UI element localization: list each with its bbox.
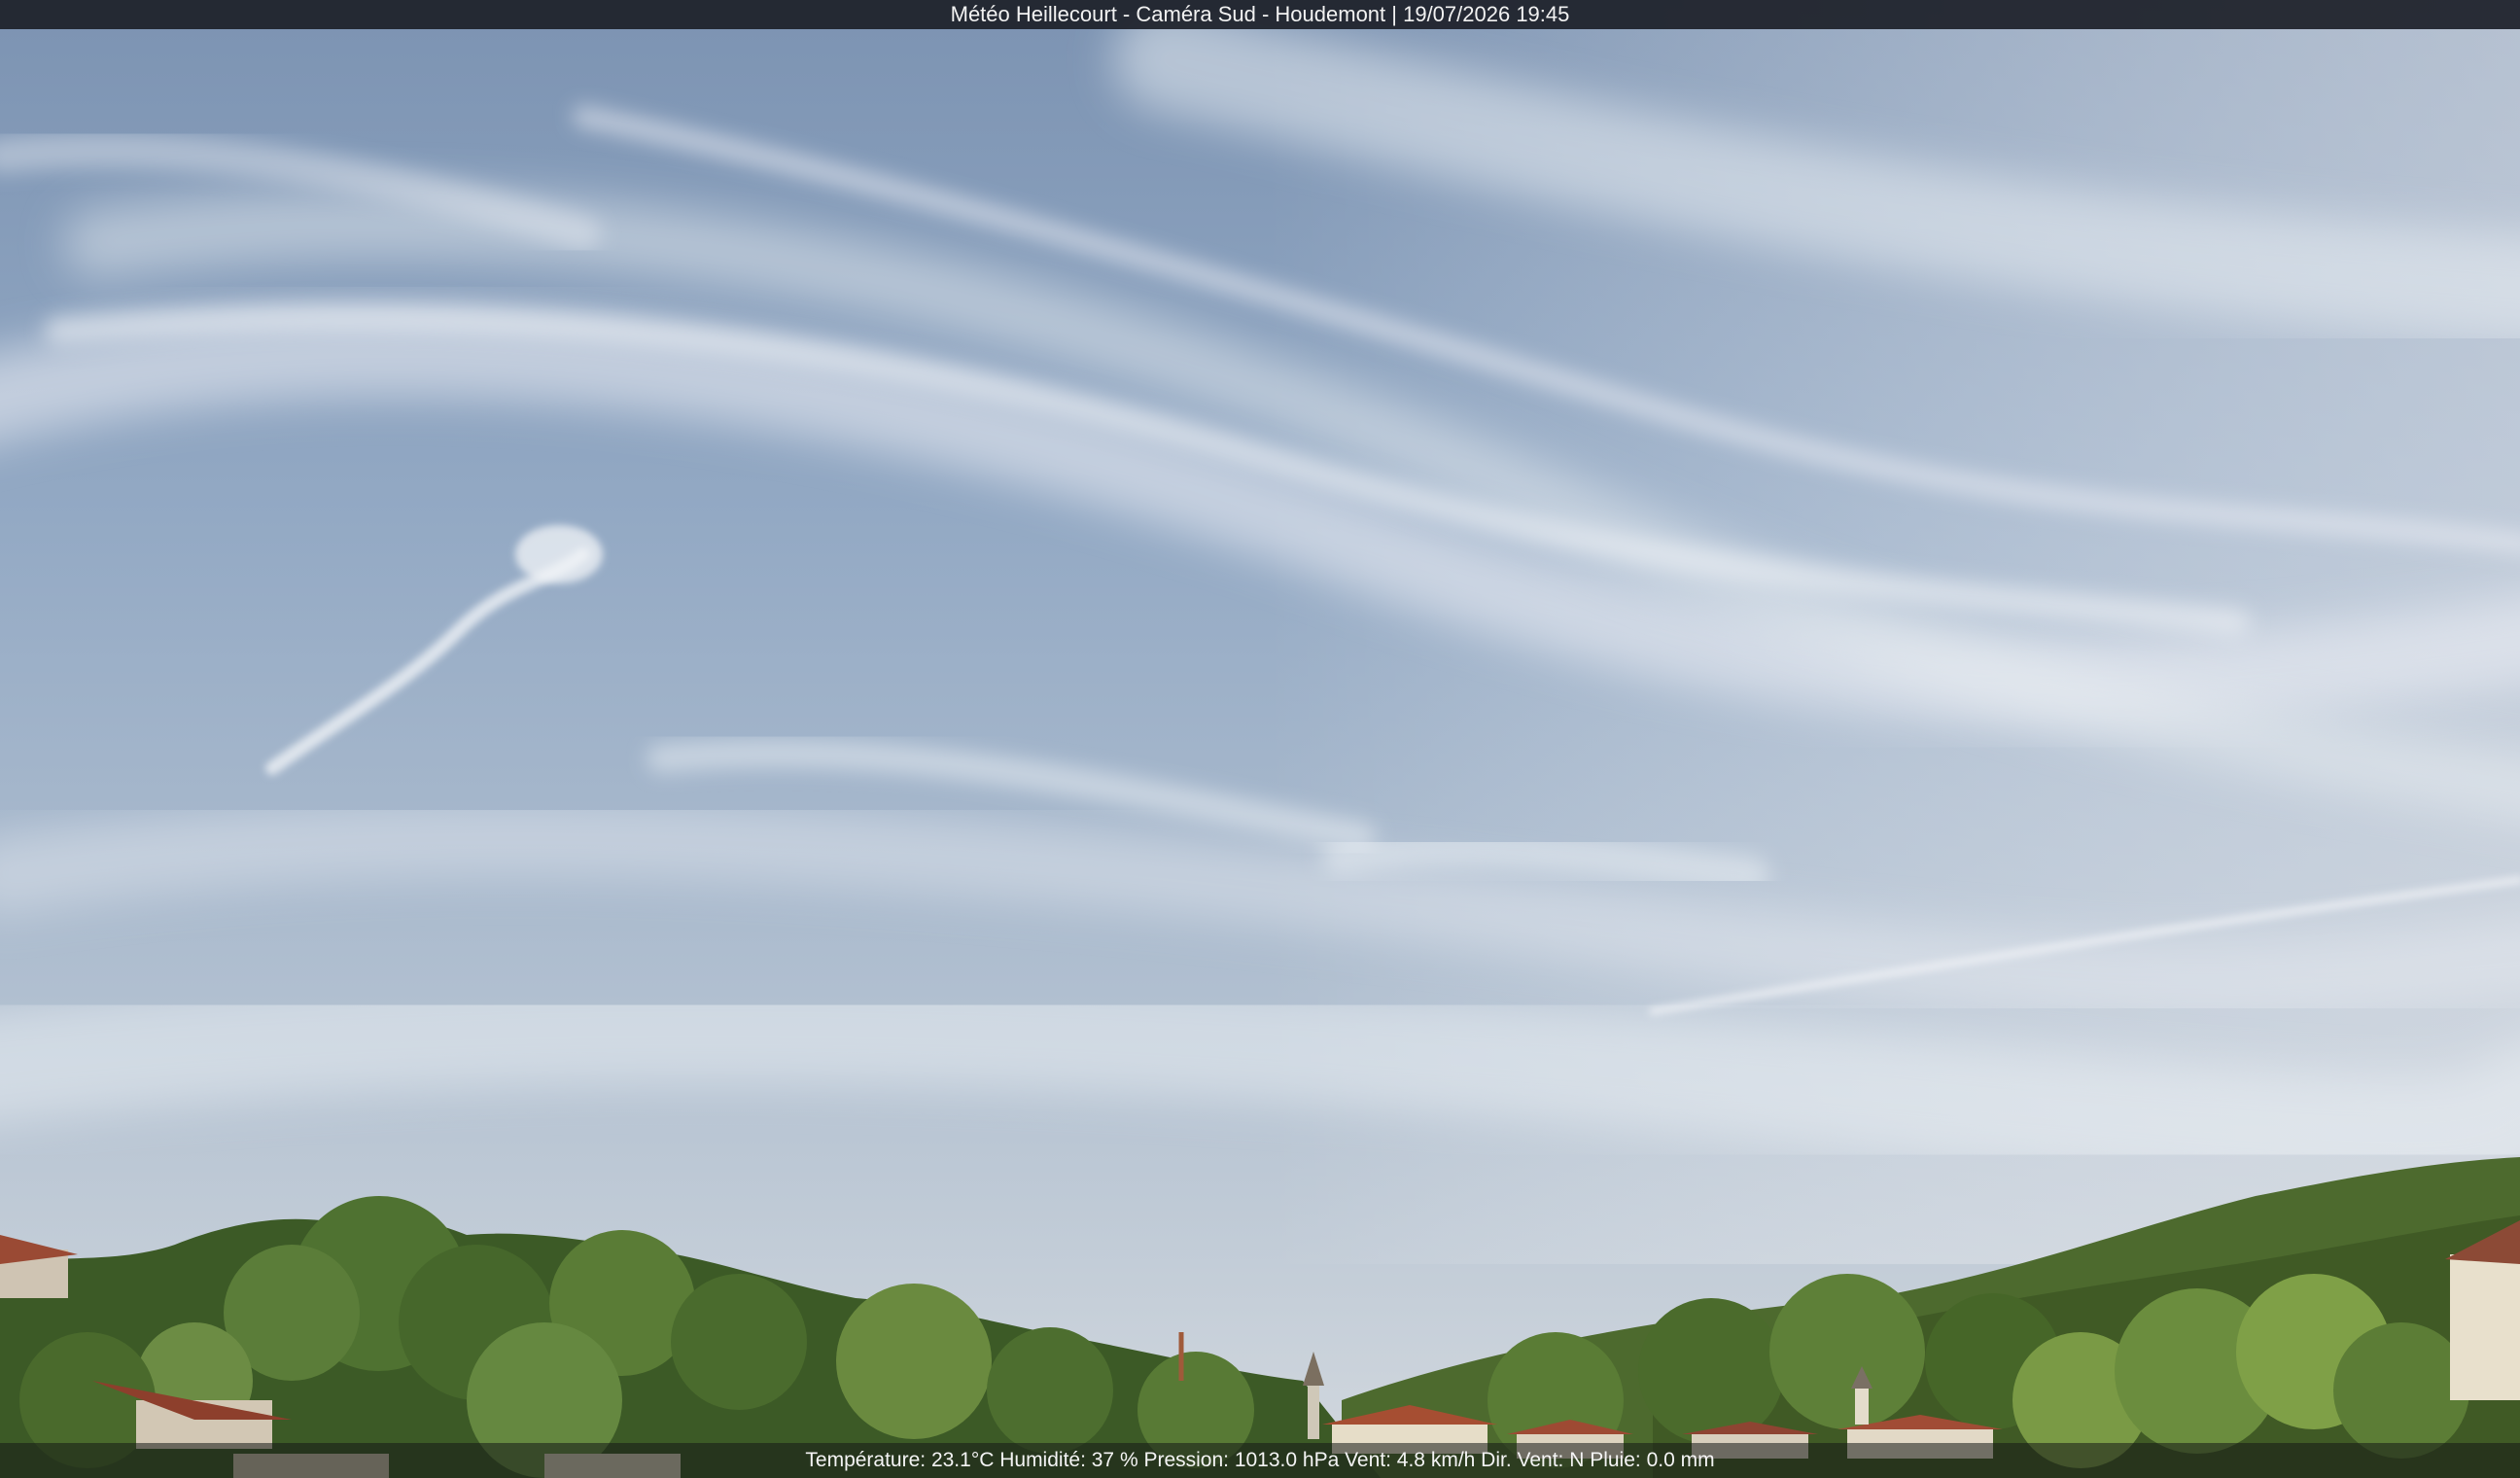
camera-title-bar: Météo Heillecourt - Caméra Sud - Houdemo… (0, 0, 2520, 29)
cloud-puff (515, 525, 603, 583)
weather-readout: Température: 23.1°C Humidité: 37 % Press… (805, 1449, 1715, 1471)
weather-info-bar: Température: 23.1°C Humidité: 37 % Press… (0, 1443, 2520, 1478)
camera-title: Météo Heillecourt - Caméra Sud - Houdemo… (950, 2, 1570, 26)
webcam-scene (0, 0, 2520, 1478)
webcam-frame: Météo Heillecourt - Caméra Sud - Houdemo… (0, 0, 2520, 1478)
